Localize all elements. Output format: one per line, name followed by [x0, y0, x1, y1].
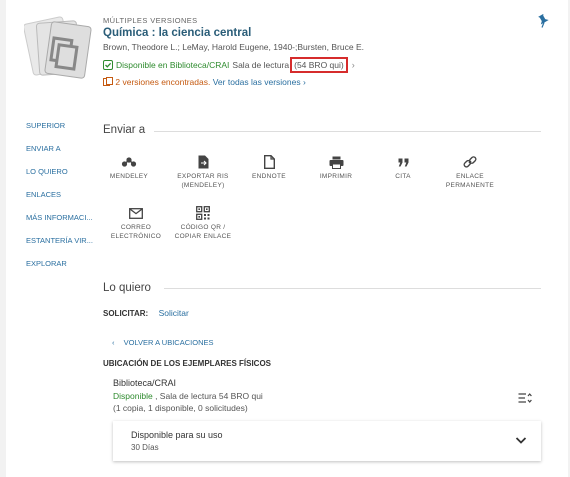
record-authors: Brown, Theodore L.; LeMay, Harold Eugene…	[103, 42, 364, 52]
pin-icon[interactable]	[538, 14, 550, 28]
action-label: IMPRIMIR	[319, 173, 353, 180]
chevron-down-icon[interactable]	[515, 435, 527, 445]
sidenav-item-mas-informacion[interactable]: MÁS INFORMACI...	[26, 212, 106, 235]
sidenav-item-estanteria-virtual[interactable]: ESTANTERÍA VIR...	[26, 235, 106, 258]
chevron-left-icon: ‹	[112, 338, 115, 347]
export-ris-button[interactable]: EXPORTAR RIS (MENDELEY)	[168, 154, 238, 190]
versions-link[interactable]: Ver todas las versiones	[213, 77, 301, 87]
location-copies: (1 copia, 1 disponible, 0 solicitudes)	[113, 403, 248, 413]
filter-sort-icon[interactable]	[518, 392, 532, 404]
location-status: Disponible	[113, 391, 153, 401]
sidenav-item-enlaces[interactable]: ENLACES	[26, 189, 106, 212]
record-title[interactable]: Química : la ciencia central	[103, 27, 251, 39]
solicitar-row: SOLICITAR: Solicitar	[103, 308, 189, 318]
versions-row[interactable]: 2 versiones encontradas. Ver todas las v…	[103, 77, 306, 87]
item-loan-period: 30 Días	[131, 443, 159, 452]
document-icon	[263, 155, 275, 169]
action-label: ENDNOTE	[252, 173, 286, 180]
file-export-icon	[198, 155, 208, 169]
solicitar-link[interactable]: Solicitar	[159, 308, 189, 318]
multiple-versions-thumbnail-icon	[24, 16, 92, 79]
email-button[interactable]: CORREO ELECTRÓNICO	[101, 205, 171, 241]
qr-code-button[interactable]: CÓDIGO QR / COPIAR ENLACE	[168, 205, 238, 241]
mail-icon	[129, 207, 143, 219]
endnote-button[interactable]: ENDNOTE	[234, 154, 304, 181]
print-button[interactable]: IMPRIMIR	[301, 154, 371, 181]
divider	[164, 288, 541, 289]
physical-location-heading: UBICACIÓN DE LOS EJEMPLARES FÍSICOS	[103, 359, 272, 368]
back-label: VOLVER A UBICACIONES	[123, 338, 214, 347]
chevron-right-icon: ›	[303, 77, 306, 87]
versions-icon	[103, 77, 113, 86]
action-label: CORREO ELECTRÓNICO	[110, 224, 162, 240]
multiple-versions-label: MÚLTIPLES VERSIONES	[103, 16, 198, 25]
divider	[154, 131, 541, 132]
link-icon	[463, 156, 477, 168]
sidenav-item-explorar[interactable]: EXPLORAR	[26, 258, 106, 281]
printer-icon	[329, 156, 343, 169]
availability-status: Disponible en Biblioteca/CRAI	[116, 60, 230, 70]
solicitar-label: SOLICITAR:	[103, 309, 149, 318]
availability-location: Sala de lectura	[232, 60, 290, 70]
action-label: CITA	[395, 173, 411, 180]
location-detail: , Sala de lectura 54 BRO qui	[155, 391, 263, 401]
record-card: MÚLTIPLES VERSIONES Química : la ciencia…	[6, 0, 568, 477]
lo-quiero-heading: Lo quiero	[103, 282, 151, 294]
item-status-title: Disponible para su uso	[131, 430, 223, 440]
mendeley-button[interactable]: MENDELEY	[94, 154, 164, 181]
action-label: MENDELEY	[109, 173, 149, 180]
chevron-right-icon: ›	[351, 60, 355, 70]
location-status-row: Disponible , Sala de lectura 54 BRO qui	[113, 391, 263, 401]
availability-row[interactable]: Disponible en Biblioteca/CRAI Sala de le…	[103, 57, 355, 73]
quote-icon	[398, 158, 408, 166]
action-label: EXPORTAR RIS (MENDELEY)	[177, 173, 229, 189]
versions-count: 2 versiones encontradas.	[115, 77, 211, 87]
permalink-button[interactable]: ENLACE PERMANENTE	[435, 154, 505, 190]
item-availability-panel[interactable]: Disponible para su uso 30 Días	[113, 421, 541, 461]
enviar-a-heading: Enviar a	[103, 124, 146, 136]
qr-code-icon	[196, 206, 210, 220]
side-navigation: SUPERIOR ENVIAR A LO QUIERO ENLACES MÁS …	[26, 120, 106, 281]
location-name: Biblioteca/CRAI	[113, 378, 177, 388]
action-label: ENLACE PERMANENTE	[445, 173, 495, 189]
sidenav-item-superior[interactable]: SUPERIOR	[26, 120, 106, 143]
availability-check-icon	[103, 60, 113, 70]
action-label: CÓDIGO QR / COPIAR ENLACE	[174, 224, 232, 240]
call-number-highlight: (54 BRO qui)	[290, 57, 348, 73]
back-to-locations-button[interactable]: ‹ VOLVER A UBICACIONES	[112, 338, 213, 347]
mendeley-icon	[121, 157, 137, 167]
cite-button[interactable]: CITA	[368, 154, 438, 181]
